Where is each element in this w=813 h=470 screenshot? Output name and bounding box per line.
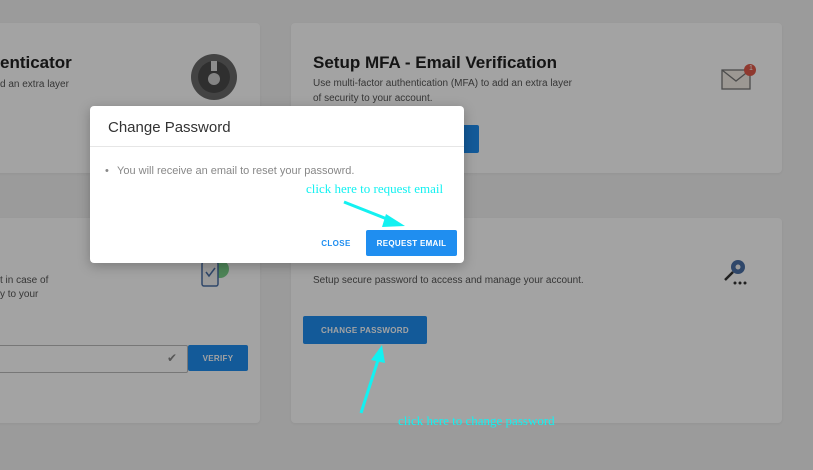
annotation-request-email: click here to request email <box>306 181 444 196</box>
modal-message-text: You will receive an email to reset your … <box>117 165 355 177</box>
annotation-change-password: click here to change password <box>398 413 555 428</box>
close-button[interactable]: CLOSE <box>312 234 360 252</box>
modal-title: Change Password <box>108 119 231 136</box>
request-email-button[interactable]: REQUEST EMAIL <box>366 230 457 256</box>
modal-header: Change Password <box>90 106 464 147</box>
bullet-icon: • <box>105 165 109 177</box>
modal-message: • You will receive an email to reset your… <box>105 165 354 177</box>
